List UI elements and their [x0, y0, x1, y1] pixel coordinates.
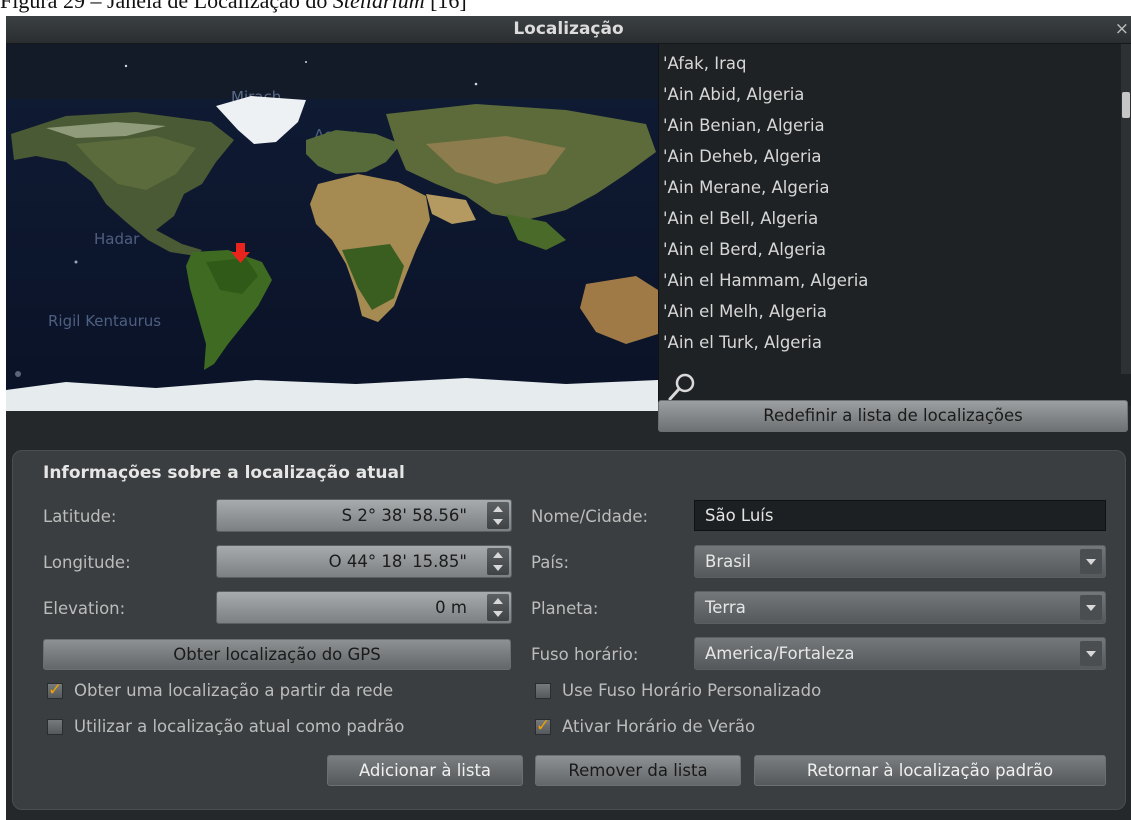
use-as-default-checkbox-label: Utilizar a localização atual como padrão: [74, 717, 405, 736]
chevron-down-icon[interactable]: [1080, 595, 1102, 620]
spin-arrows-icon[interactable]: [487, 594, 509, 621]
network-location-checkbox-label: Obter uma localização a partir da rede: [74, 681, 394, 700]
network-location-checkbox[interactable]: Obter uma localização a partir da rede: [47, 680, 517, 703]
spin-arrows-icon[interactable]: [487, 502, 509, 529]
timezone-select[interactable]: America/Fortaleza: [694, 637, 1106, 670]
daylight-saving-checkbox[interactable]: Ativar Horário de Verão: [535, 716, 855, 739]
planet-select-value: Terra: [705, 598, 746, 617]
list-item[interactable]: 'Ain el Turk, Algeria: [663, 327, 1131, 358]
list-item[interactable]: 'Ain Merane, Algeria: [663, 172, 1131, 203]
timezone-label: Fuso horário:: [531, 645, 639, 664]
search-icon[interactable]: [667, 372, 697, 402]
elevation-spinbox[interactable]: 0 m: [216, 591, 512, 624]
checkbox-checked-icon[interactable]: [535, 716, 551, 736]
scrollbar-thumb[interactable]: [1122, 92, 1130, 118]
latitude-label: Latitude:: [43, 507, 117, 526]
name-city-label: Nome/Cidade:: [531, 507, 649, 526]
list-item[interactable]: 'Afak, Iraq: [663, 48, 1131, 79]
list-item[interactable]: 'Ain Deheb, Algeria: [663, 141, 1131, 172]
location-window: Localização × Mirach Acrux Hadar Rigil K: [6, 16, 1131, 820]
figure-caption: Figura 29 – Janela de Localização do Ste…: [0, 0, 467, 13]
chevron-down-icon[interactable]: [1080, 641, 1102, 666]
custom-timezone-checkbox-label: Use Fuso Horário Personalizado: [562, 681, 822, 700]
return-to-default-location-button[interactable]: Retornar à localização padrão: [754, 755, 1106, 786]
longitude-spinbox[interactable]: O 44° 18' 15.85": [216, 545, 512, 578]
longitude-label: Longitude:: [43, 553, 131, 572]
chevron-down-icon[interactable]: [1080, 549, 1102, 574]
location-list[interactable]: 'Afak, Iraq 'Ain Abid, Algeria 'Ain Beni…: [658, 44, 1131, 406]
star-label-hadar: Hadar: [94, 230, 140, 248]
remove-from-list-button[interactable]: Remover da lista: [535, 755, 741, 786]
panel-heading: Informações sobre a localização atual: [43, 463, 405, 483]
list-item[interactable]: 'Ain el Melh, Algeria: [663, 296, 1131, 327]
daylight-saving-checkbox-label: Ativar Horário de Verão: [562, 717, 756, 736]
checkbox-unchecked-icon[interactable]: [535, 683, 551, 699]
country-select-value: Brasil: [705, 552, 751, 571]
add-to-list-button[interactable]: Adicionar à lista: [327, 755, 523, 786]
spin-arrows-icon[interactable]: [487, 548, 509, 575]
list-item[interactable]: 'Ain el Hammam, Algeria: [663, 265, 1131, 296]
world-map[interactable]: Mirach Acrux Hadar Rigil Kentaurus: [6, 44, 658, 411]
star-label-rigil-kentaurus: Rigil Kentaurus: [48, 312, 161, 330]
name-city-input[interactable]: São Luís: [694, 500, 1106, 531]
custom-timezone-checkbox[interactable]: Use Fuso Horário Personalizado: [535, 681, 955, 703]
list-item[interactable]: 'Ain el Bell, Algeria: [663, 203, 1131, 234]
elevation-label: Elevation:: [43, 599, 126, 618]
title-bar[interactable]: Localização ×: [6, 16, 1131, 44]
window-title: Localização: [513, 19, 624, 39]
list-item[interactable]: 'Ain el Berd, Algeria: [663, 234, 1131, 265]
country-label: País:: [531, 553, 570, 572]
planet-select[interactable]: Terra: [694, 591, 1106, 624]
list-item[interactable]: 'Ain Abid, Algeria: [663, 79, 1131, 110]
timezone-select-value: America/Fortaleza: [705, 644, 855, 663]
reset-location-list-button[interactable]: Redefinir a lista de localizações: [658, 400, 1128, 432]
get-gps-location-button[interactable]: Obter localização do GPS: [43, 639, 511, 670]
use-as-default-checkbox[interactable]: Utilizar a localização atual como padrão: [47, 717, 527, 739]
list-scrollbar[interactable]: [1121, 44, 1131, 374]
list-item[interactable]: 'Ain Benian, Algeria: [663, 110, 1131, 141]
checkbox-unchecked-icon[interactable]: [47, 719, 63, 735]
country-select[interactable]: Brasil: [694, 545, 1106, 578]
planet-label: Planeta:: [531, 599, 599, 618]
latitude-value: S 2° 38' 58.56": [341, 506, 467, 525]
close-icon[interactable]: ×: [1115, 19, 1129, 39]
elevation-value: 0 m: [435, 598, 467, 617]
checkbox-checked-icon[interactable]: [47, 680, 63, 700]
latitude-spinbox[interactable]: S 2° 38' 58.56": [216, 499, 512, 532]
longitude-value: O 44° 18' 15.85": [328, 552, 467, 571]
current-location-panel: Informações sobre a localização atual La…: [12, 450, 1126, 810]
